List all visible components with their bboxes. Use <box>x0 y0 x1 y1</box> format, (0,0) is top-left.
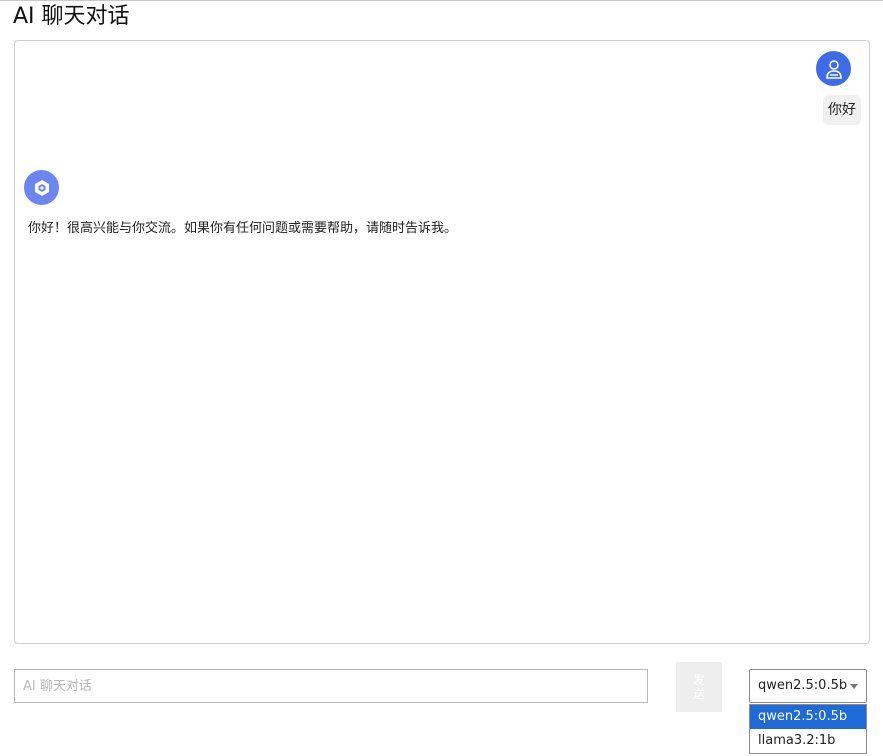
ai-bot-icon <box>34 179 49 196</box>
model-option[interactable]: llama3.2:1b <box>750 729 866 753</box>
send-button-label: 发送 <box>692 673 705 701</box>
user-avatar <box>816 51 851 86</box>
assistant-avatar <box>24 170 59 205</box>
user-icon <box>825 59 842 79</box>
model-select[interactable]: qwen2.5:0.5b <box>749 669 867 703</box>
model-select-value: qwen2.5:0.5b <box>758 678 848 693</box>
model-dropdown[interactable]: qwen2.5:0.5b llama3.2:1b <box>749 704 867 754</box>
chat-panel[interactable]: 你好 你好！很高兴能与你交流。如果你有任何问题或需要帮助，请随时告诉我。 <box>14 40 870 644</box>
assistant-message: 你好！很高兴能与你交流。如果你有任何问题或需要帮助，请随时告诉我。 <box>28 221 458 236</box>
top-border <box>0 0 883 1</box>
model-option[interactable]: qwen2.5:0.5b <box>750 705 866 729</box>
chat-input[interactable] <box>14 669 648 703</box>
send-button[interactable]: 发送 <box>676 662 722 712</box>
page-title: AI 聊天对话 <box>13 4 130 29</box>
chevron-down-icon <box>850 684 858 689</box>
user-message: 你好 <box>823 95 861 125</box>
